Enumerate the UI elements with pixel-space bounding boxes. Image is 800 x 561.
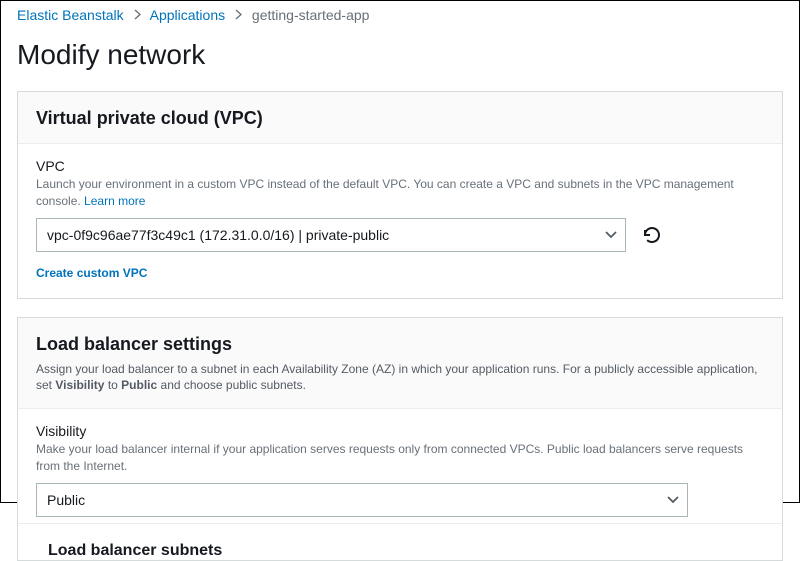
- load-balancer-panel: Load balancer settings Assign your load …: [17, 317, 783, 561]
- vpc-select[interactable]: vpc-0f9c96ae77f3c49c1 (172.31.0.0/16) | …: [36, 218, 626, 252]
- lb-desc-bold2: Public: [121, 378, 157, 392]
- visibility-field-label: Visibility: [36, 423, 764, 439]
- caret-down-icon: [605, 231, 617, 239]
- vpc-field-desc: Launch your environment in a custom VPC …: [36, 176, 764, 210]
- page-title: Modify network: [1, 31, 799, 91]
- vpc-panel-title: Virtual private cloud (VPC): [36, 108, 764, 129]
- refresh-icon: [642, 225, 662, 245]
- breadcrumb-separator: [235, 9, 242, 20]
- lb-panel-desc: Assign your load balancer to a subnet in…: [36, 361, 764, 395]
- create-custom-vpc-link[interactable]: Create custom VPC: [36, 266, 147, 280]
- visibility-field-desc: Make your load balancer internal if your…: [36, 441, 764, 475]
- learn-more-link[interactable]: Learn more: [84, 194, 145, 208]
- breadcrumb-link-applications[interactable]: Applications: [150, 7, 226, 23]
- lb-desc-mid: to: [104, 378, 121, 392]
- visibility-select-value: Public: [47, 492, 85, 508]
- refresh-button[interactable]: [638, 221, 666, 249]
- breadcrumb: Elastic Beanstalk Applications getting-s…: [1, 1, 799, 31]
- lb-desc-bold1: Visibility: [55, 378, 104, 392]
- breadcrumb-current: getting-started-app: [252, 7, 370, 23]
- vpc-select-value: vpc-0f9c96ae77f3c49c1 (172.31.0.0/16) | …: [47, 227, 389, 243]
- visibility-select[interactable]: Public: [36, 483, 688, 517]
- vpc-field-label: VPC: [36, 158, 764, 174]
- lb-desc-post: and choose public subnets.: [157, 378, 306, 392]
- vpc-panel: Virtual private cloud (VPC) VPC Launch y…: [17, 91, 783, 299]
- breadcrumb-separator: [134, 9, 141, 20]
- load-balancer-subnets-title: Load balancer subnets: [18, 523, 782, 560]
- lb-panel-title: Load balancer settings: [36, 334, 764, 355]
- breadcrumb-link-elastic-beanstalk[interactable]: Elastic Beanstalk: [17, 7, 124, 23]
